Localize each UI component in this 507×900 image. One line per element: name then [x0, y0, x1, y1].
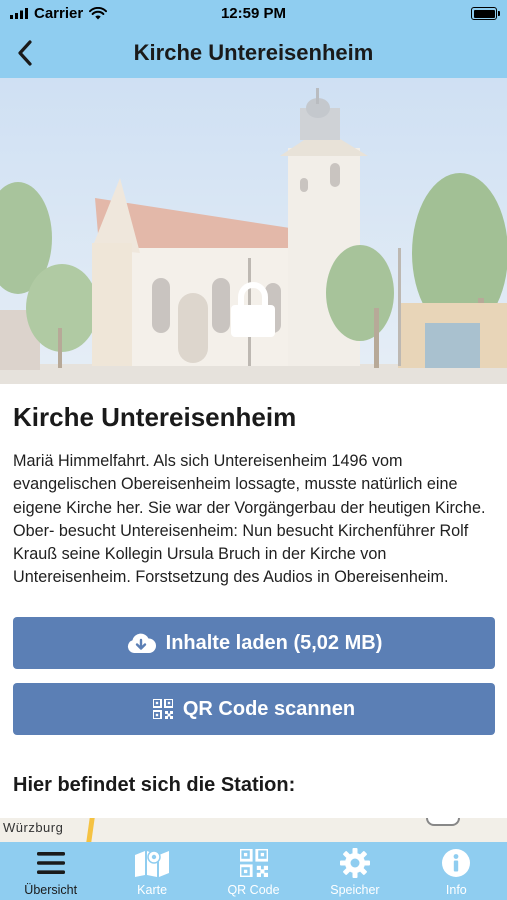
- tab-map-label: Karte: [137, 883, 168, 897]
- back-button[interactable]: [8, 36, 42, 70]
- station-image: [0, 78, 507, 384]
- tab-storage[interactable]: Speicher: [304, 842, 405, 900]
- load-content-label: Inhalte laden (5,02 MB): [165, 631, 383, 654]
- tab-storage-label: Speicher: [330, 883, 380, 897]
- map-city-label: Würzburg: [3, 820, 64, 835]
- qr-code-icon: [239, 847, 268, 879]
- navigation-bar: Kirche Untereisenheim: [0, 28, 507, 78]
- cloud-download-icon: [126, 632, 156, 654]
- clock: 12:59 PM: [220, 5, 287, 22]
- tab-info[interactable]: Info: [406, 842, 507, 900]
- tab-qr-code[interactable]: QR Code: [203, 842, 304, 900]
- map-icon: [134, 847, 170, 879]
- menu-icon: [36, 847, 66, 879]
- location-heading: Hier befindet sich die Station:: [13, 774, 296, 796]
- page-title: Kirche Untereisenheim: [133, 40, 374, 65]
- tab-overview[interactable]: Übersicht: [0, 842, 101, 900]
- info-icon: [441, 847, 471, 879]
- qr-code-icon: [152, 699, 173, 719]
- tab-map[interactable]: Karte: [101, 842, 202, 900]
- status-bar: Carrier 12:59 PM: [0, 0, 507, 28]
- tab-qr-code-label: QR Code: [227, 883, 280, 897]
- station-title: Kirche Untereisenheim: [13, 402, 297, 432]
- scan-qr-label: QR Code scannen: [182, 697, 356, 720]
- scan-qr-button[interactable]: QR Code scannen: [13, 683, 495, 735]
- tab-bar: Übersicht Karte QR Code Speicher Info: [0, 842, 507, 900]
- load-content-button[interactable]: Inhalte laden (5,02 MB): [13, 617, 495, 669]
- tab-overview-label: Übersicht: [24, 883, 78, 897]
- gear-icon: [339, 847, 370, 879]
- station-map[interactable]: Würzburg: [0, 818, 507, 842]
- tab-info-label: Info: [445, 883, 467, 897]
- map-road: [86, 818, 95, 842]
- station-description: Mariä Himmelfahrt. Als sich Untereisenhe…: [13, 452, 486, 587]
- chevron-left-icon: [18, 40, 32, 66]
- battery-icon: [471, 7, 500, 20]
- map-marker-icon[interactable]: [426, 818, 460, 826]
- lock-icon: [228, 281, 278, 337]
